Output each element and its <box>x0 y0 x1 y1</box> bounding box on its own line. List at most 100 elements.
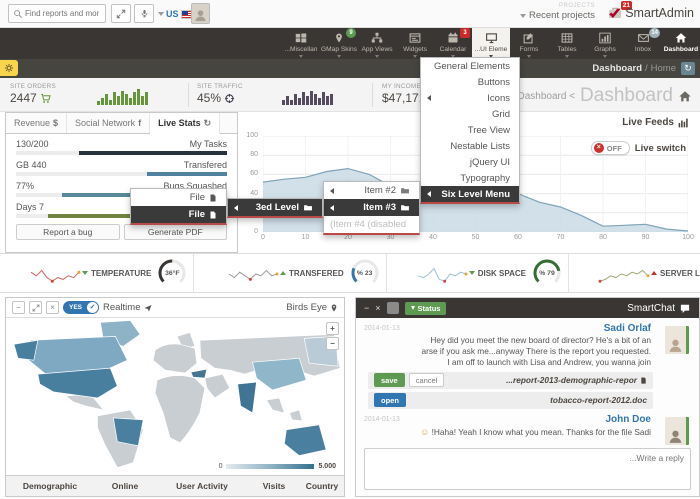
gear-icon <box>4 63 14 73</box>
main-nav: ...Miscellan GMap Skins 9 App Views Widg… <box>0 28 700 59</box>
refresh-button[interactable]: ↻ <box>681 62 695 75</box>
transfered-sparkline <box>226 260 280 286</box>
trend-up-icon <box>280 271 286 275</box>
crosshair-icon <box>224 93 235 104</box>
live-switch-label: Live switch <box>635 143 686 154</box>
tab-revenue[interactable]: Revenue$ <box>6 113 67 133</box>
column-country: Country <box>300 481 344 491</box>
save-button[interactable]: save <box>374 373 405 387</box>
menu-item-label: Typography <box>460 173 510 184</box>
map-pin-icon <box>330 303 338 313</box>
menu-item-grid[interactable]: Grid <box>421 106 519 122</box>
chevron-down-icon <box>565 55 569 58</box>
live-feeds-header: Live Feeds <box>622 117 688 128</box>
nav-item-calendar[interactable]: Calendar 3 <box>434 28 472 59</box>
search-input[interactable] <box>23 8 101 19</box>
disk-space-gauge: % 79 <box>532 258 562 288</box>
message-sender[interactable]: John Doe <box>364 414 651 425</box>
map-zoom-in-button[interactable]: + <box>326 322 339 335</box>
menu-item-buttons[interactable]: Buttons <box>421 74 519 90</box>
nav-item-app-views[interactable]: App Views <box>358 28 396 59</box>
bar-chart-icon <box>599 32 611 44</box>
chat-settings-button[interactable] <box>387 302 399 314</box>
nav-item-graphs[interactable]: Graphs <box>586 28 624 59</box>
attachment-filename[interactable]: ...report-2013-demographic-repor <box>506 375 647 385</box>
reply-input[interactable] <box>365 449 690 489</box>
chat-message-john: 2014-01-13 John Doe ☺ !Haha! Yeah I know… <box>364 414 691 444</box>
nav-item-ui-elements[interactable]: ...UI Eleme <box>472 28 510 59</box>
collapse-button[interactable]: − <box>364 304 369 313</box>
temperature-gauge: 36°F <box>157 258 187 288</box>
menu-item-file-1[interactable]: File <box>131 189 226 206</box>
recent-projects[interactable]: PROJECTS Recent projects <box>520 3 595 21</box>
generate-pdf-button[interactable]: Generate PDF <box>124 224 228 240</box>
column-visits: Visits <box>248 481 300 491</box>
realtime-toggle[interactable]: YES ✓ <box>63 301 99 314</box>
menu-item-3ed-level[interactable]: 3ed Level <box>228 199 322 216</box>
menu-item-typography[interactable]: Typography <box>421 170 519 186</box>
close-button[interactable]: × <box>375 304 380 313</box>
site-orders-sparkbars <box>97 87 148 105</box>
expand-button[interactable] <box>29 301 42 314</box>
menu-item-general-elements[interactable]: General Elements <box>421 58 519 74</box>
close-button[interactable]: × <box>46 301 59 314</box>
send-icon <box>144 304 152 312</box>
nav-item-forms[interactable]: Forms <box>510 28 548 59</box>
menu-item-2[interactable]: Item #2 <box>324 182 419 199</box>
language-selector[interactable]: US <box>158 9 194 19</box>
gauge-value: 36°F <box>157 258 187 288</box>
open-button[interactable]: open <box>374 393 406 407</box>
home-icon <box>678 90 692 103</box>
progress-value: GB 440 <box>16 160 47 170</box>
status-button[interactable]: Status <box>405 302 447 315</box>
message-sender[interactable]: Sadi Orlaf <box>364 323 651 334</box>
menu-item-label: 3ed Level <box>256 202 299 213</box>
check-icon: ✓ <box>87 302 98 313</box>
menu-item-tree-view[interactable]: Tree View <box>421 122 519 138</box>
recent-projects-label: Recent projects <box>529 10 595 21</box>
menu-item-jquery-ui[interactable]: jQuery UI <box>421 154 519 170</box>
menu-item-3[interactable]: Item #3 <box>324 199 419 216</box>
chevron-down-icon <box>411 306 415 310</box>
chevron-down-icon <box>520 14 526 18</box>
column-online: Online <box>94 481 156 491</box>
caret-left-icon <box>427 95 431 101</box>
reply-box <box>364 448 691 490</box>
breadcrumb-dashboard[interactable]: Dashboard <box>592 63 642 74</box>
map-footer-columns: Demographic Online User Activity Visits … <box>6 475 344 496</box>
voice-command-button[interactable] <box>134 4 154 23</box>
live-switch: × OFF Live switch <box>591 141 686 155</box>
nav-item-widgets[interactable]: Widgets <box>396 28 434 59</box>
menu-item-nestable-lists[interactable]: Nestable Lists <box>421 138 519 154</box>
breadcrumb-separator: / <box>645 63 648 74</box>
expand-icon <box>116 9 126 19</box>
breadcrumb-home[interactable]: Home <box>651 63 676 74</box>
cancel-button[interactable]: cancel <box>409 373 445 387</box>
attachment-filename[interactable]: tobacco-report-2012.doc <box>550 395 647 405</box>
fullscreen-button[interactable] <box>111 4 131 23</box>
transfered-gauge: % 23 <box>350 258 380 288</box>
menu-item-label: Tree View <box>468 125 510 136</box>
tab-social-network[interactable]: Social Networkf <box>67 113 150 133</box>
layout-settings-button[interactable] <box>0 60 18 76</box>
menu-item-label: General Elements <box>434 61 510 72</box>
progress-bar <box>16 151 227 155</box>
nav-item-gmap-skins[interactable]: GMap Skins 9 <box>320 28 358 59</box>
legend-max: 5.000 <box>318 463 336 470</box>
menu-item-label: Item #3 <box>363 202 396 213</box>
menu-item-six-level-menu[interactable]: Six Level Menu <box>421 186 519 202</box>
attachment-row-2: open tobacco-report-2012.doc <box>368 392 653 409</box>
menu-item-file-2[interactable]: File <box>131 206 226 223</box>
map-zoom-out-button[interactable]: − <box>326 337 339 350</box>
menu-item-icons[interactable]: Icons <box>421 90 519 106</box>
user-avatar[interactable] <box>191 3 210 24</box>
nav-item-dashboard[interactable]: Dashboard <box>662 28 700 59</box>
report-bug-button[interactable]: Report a bug <box>16 224 120 240</box>
nav-item-inbox[interactable]: Inbox 14 <box>624 28 662 59</box>
search-box[interactable] <box>8 4 106 23</box>
nav-item-miscellaneous[interactable]: ...Miscellan <box>282 28 320 59</box>
live-switch-toggle[interactable]: × OFF <box>591 141 630 155</box>
nav-item-tables[interactable]: Tables <box>548 28 586 59</box>
collapse-button[interactable]: − <box>12 301 25 314</box>
tab-live-stats[interactable]: Live Stats↻ <box>150 113 220 134</box>
